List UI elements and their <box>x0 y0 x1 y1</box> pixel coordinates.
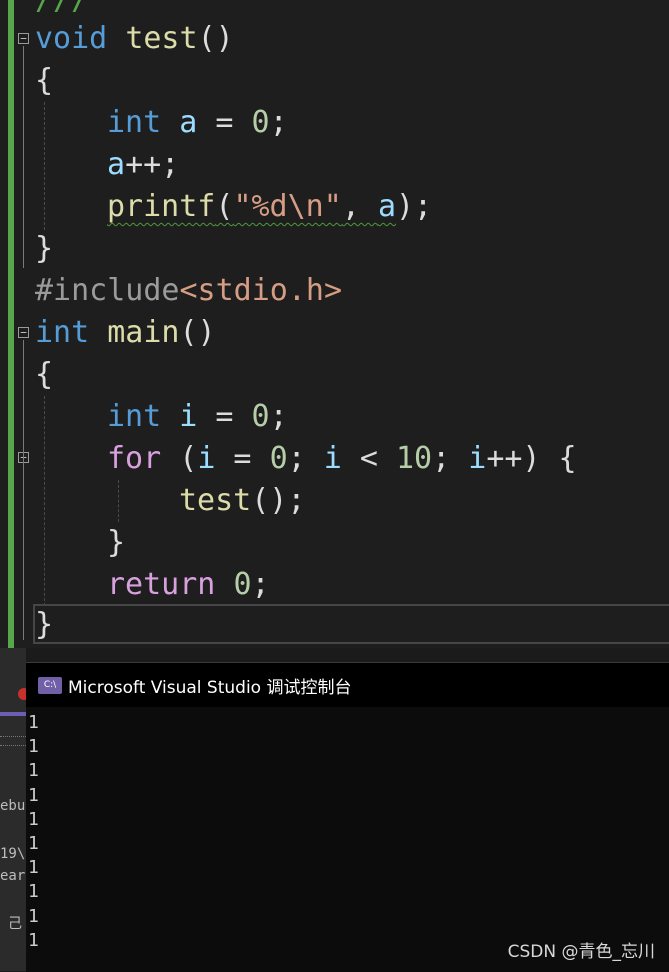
punctuation: ; <box>269 105 288 140</box>
code-line-10[interactable]: int i = 0; <box>107 397 288 437</box>
background-window-strip: ebu 19\ ear 己 <box>0 648 26 971</box>
strip-text: 19\ <box>0 846 26 862</box>
output-line: 1 <box>28 857 39 879</box>
keyword: int <box>107 105 162 140</box>
csdn-watermark: CSDN @青色_忘川 <box>507 942 655 962</box>
code-line-12[interactable]: test(); <box>179 481 305 521</box>
operator: ++; <box>125 147 180 182</box>
output-line: 1 <box>28 760 39 782</box>
output-line: 1 <box>28 881 39 903</box>
console-title: Microsoft Visual Studio 调试控制台 <box>68 677 352 698</box>
output-line: 1 <box>28 736 39 758</box>
output-line: 1 <box>28 905 39 927</box>
collapse-test-icon[interactable]: − <box>18 33 29 44</box>
keyword: for <box>107 441 162 476</box>
variable: a <box>377 189 396 224</box>
error-icon <box>18 688 26 700</box>
code-line-3[interactable]: int a = 0; <box>107 103 288 143</box>
keyword: int <box>107 399 162 434</box>
current-line-highlight <box>33 604 669 644</box>
function-name: test <box>179 483 252 518</box>
operator: = <box>215 441 270 476</box>
punctuation: () <box>179 315 216 350</box>
variable: a <box>179 105 198 140</box>
punctuation: ( <box>161 441 198 476</box>
dotted-splitter <box>0 736 26 746</box>
variable: i <box>468 441 487 476</box>
string-literal: "%d\n" <box>233 189 342 224</box>
indent-guide <box>44 396 45 606</box>
code-line-9[interactable]: { <box>35 355 53 395</box>
output-line: 1 <box>28 808 39 830</box>
change-tracking-bar <box>8 0 14 648</box>
number: 0 <box>251 105 270 140</box>
code-line-14[interactable]: return 0; <box>107 565 270 605</box>
console-output[interactable]: 1 1 1 1 1 1 1 1 1 1 <box>28 711 39 953</box>
code-line-6[interactable]: } <box>35 229 53 269</box>
warning-squiggle: printf("%d\n", a <box>107 189 396 224</box>
punctuation: () <box>197 21 234 56</box>
code-line-2[interactable]: { <box>35 61 53 101</box>
punctuation: ; <box>251 567 270 602</box>
punctuation: , <box>341 189 378 224</box>
output-line: 1 <box>28 712 39 733</box>
code-line-13[interactable]: } <box>107 523 125 563</box>
code-line-4[interactable]: a++; <box>107 145 179 185</box>
code-line-1[interactable]: void test() <box>35 19 234 59</box>
fold-line-test <box>23 46 24 268</box>
punctuation: (); <box>251 483 306 518</box>
number: 10 <box>396 441 433 476</box>
operator: = <box>197 105 252 140</box>
code-line-11[interactable]: for (i = 0; i < 10; i++) { <box>107 439 577 479</box>
indent-guide <box>44 102 45 230</box>
output-line: 1 <box>28 833 39 855</box>
indent-guide <box>118 480 119 522</box>
keyword: return <box>107 567 216 602</box>
debug-console-window[interactable]: C:\ Microsoft Visual Studio 调试控制台 1 1 1 … <box>26 662 669 972</box>
keyword: int <box>35 315 90 350</box>
operator: = <box>197 399 252 434</box>
punctuation: ; <box>432 441 469 476</box>
punctuation: ++) { <box>486 441 577 476</box>
accent-bar <box>0 712 26 716</box>
number: 0 <box>269 441 288 476</box>
preprocessor-directive: #include <box>35 273 180 308</box>
keyword: void <box>35 21 108 56</box>
code-line-5[interactable]: printf("%d\n", a); <box>107 187 432 227</box>
console-titlebar[interactable]: C:\ Microsoft Visual Studio 调试控制台 <box>26 663 669 707</box>
output-line: 1 <box>28 784 39 806</box>
console-app-icon: C:\ <box>38 676 62 694</box>
strip-text: ebu <box>0 798 26 814</box>
number: 0 <box>233 567 252 602</box>
punctuation: ; <box>269 399 288 434</box>
strip-text: ear <box>0 868 26 884</box>
operator: < <box>341 441 396 476</box>
variable: i <box>323 441 342 476</box>
variable: i <box>197 441 216 476</box>
punctuation: ( <box>215 189 234 224</box>
punctuation: ; <box>287 441 324 476</box>
punctuation: ); <box>396 189 433 224</box>
output-line: 1 <box>28 929 39 951</box>
function-name: main <box>107 315 180 350</box>
variable: i <box>179 399 198 434</box>
include-path: <stdio.h> <box>179 273 343 308</box>
code-line-8[interactable]: int main() <box>35 313 216 353</box>
number: 0 <box>251 399 270 434</box>
variable: a <box>107 147 126 182</box>
strip-text: 己 <box>8 916 22 932</box>
fold-line-main <box>23 340 24 640</box>
code-line-7[interactable]: #include<stdio.h> <box>35 271 342 311</box>
code-editor[interactable]: − − − /// void test() { int a = 0; a++; … <box>0 0 669 648</box>
comment-fragment: /// <box>35 0 89 20</box>
code-line-15[interactable]: } <box>35 605 53 645</box>
collapse-main-icon[interactable]: − <box>18 327 29 338</box>
function-name: printf <box>107 189 216 224</box>
function-name: test <box>125 21 198 56</box>
